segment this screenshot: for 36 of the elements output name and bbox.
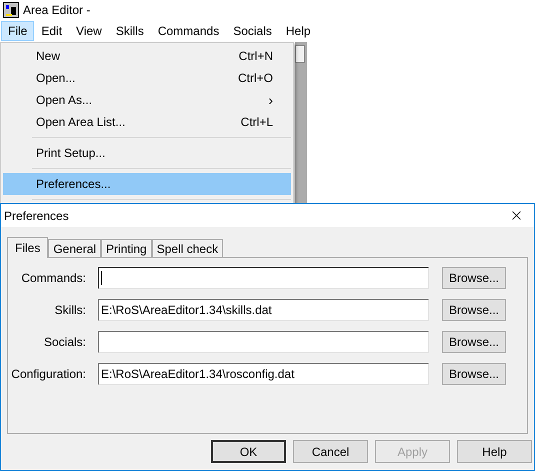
menu-entry[interactable]: Print Setup...	[3, 142, 291, 164]
input-field[interactable]: E:\RoS\AreaEditor1.34\rosconfig.dat	[98, 363, 429, 385]
menu-entry[interactable]: Open As... ›	[3, 89, 291, 111]
tab[interactable]: General	[48, 239, 102, 257]
field-label: Configuration:	[10, 366, 86, 383]
browse-button[interactable]: Browse...	[442, 299, 506, 321]
toolbar-button[interactable]	[295, 45, 305, 63]
tab[interactable]: Printing	[101, 239, 152, 257]
menu-item[interactable]: File	[1, 21, 34, 41]
dialog-title: Preferences	[4, 208, 69, 224]
input-field[interactable]	[98, 331, 429, 353]
menu-item[interactable]: Commands	[150, 21, 226, 41]
window-title: Area Editor -	[23, 2, 90, 19]
browse-button[interactable]: Browse...	[442, 267, 506, 289]
menu-entry[interactable]: Open Area List... Ctrl+L	[3, 111, 291, 133]
menu-item[interactable]: Socials	[226, 21, 279, 41]
app-icon	[3, 2, 19, 18]
menu-entry[interactable]: Preferences...	[3, 173, 291, 195]
menu-item[interactable]: Edit	[34, 21, 70, 41]
tab[interactable]: Files	[7, 237, 48, 258]
menu-entry[interactable]: Open... Ctrl+O	[3, 67, 291, 89]
menu-item[interactable]: Help	[278, 21, 318, 41]
menu-entry[interactable]: New Ctrl+N	[3, 45, 291, 67]
browse-button[interactable]: Browse...	[442, 331, 506, 353]
dialog-button[interactable]: Help	[457, 440, 532, 463]
dialog-button[interactable]: Cancel	[293, 440, 368, 463]
input-field[interactable]: E:\RoS\AreaEditor1.34\skills.dat	[98, 299, 429, 321]
field-label: Commands:	[20, 270, 86, 287]
menu-item[interactable]: Skills	[108, 21, 151, 41]
tab[interactable]: Spell check	[152, 239, 224, 257]
input-field[interactable]	[98, 267, 429, 289]
dialog-button[interactable]: OK	[211, 440, 286, 463]
browse-button[interactable]: Browse...	[442, 363, 506, 385]
field-label: Socials:	[42, 334, 86, 351]
field-label: Skills:	[54, 302, 86, 319]
menu-item[interactable]: View	[69, 21, 109, 41]
